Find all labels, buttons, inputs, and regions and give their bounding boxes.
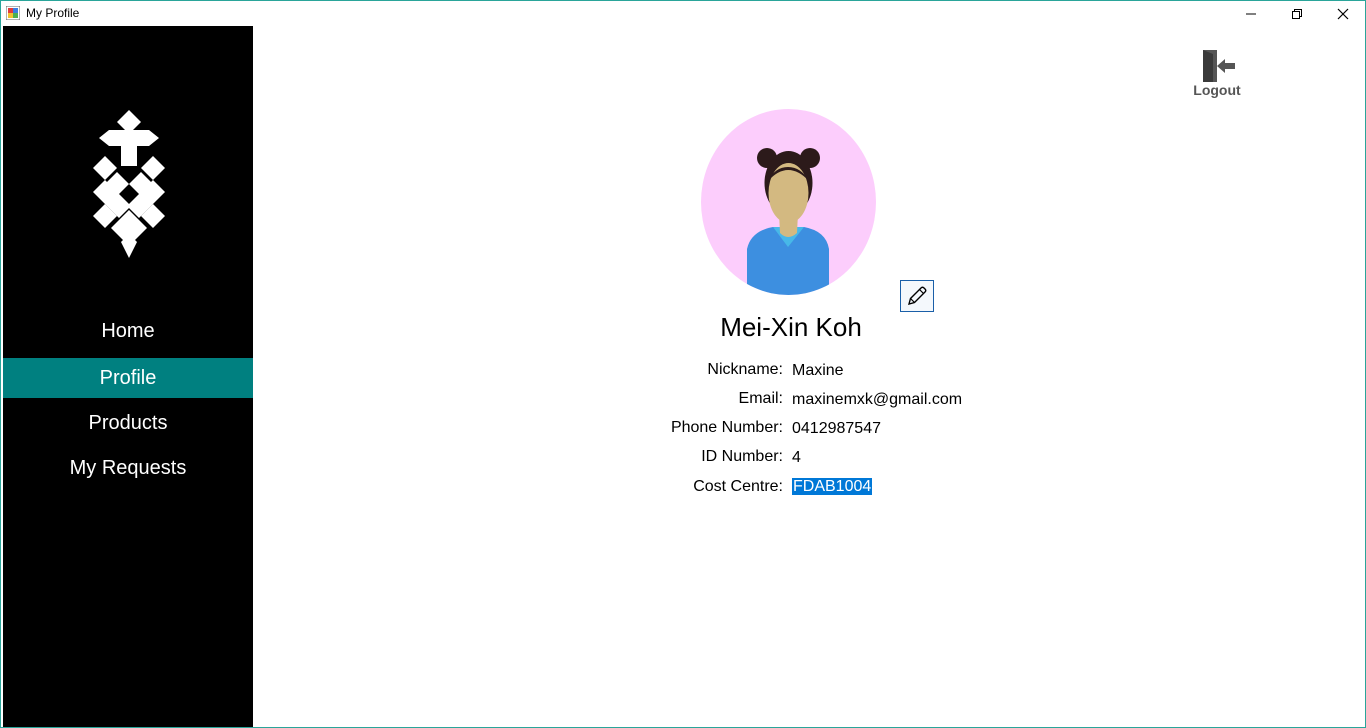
- logout-icon: [1203, 50, 1235, 82]
- nickname-value: Maxine: [792, 362, 844, 379]
- phone-number-value: 0412987547: [792, 420, 881, 437]
- restore-button[interactable]: [1274, 1, 1320, 26]
- sidebar-item-products[interactable]: Products: [3, 403, 253, 443]
- title-bar: My Profile: [1, 1, 1365, 26]
- close-icon: [1337, 8, 1349, 19]
- restore-icon: [1292, 8, 1302, 19]
- logout-label: Logout: [1193, 82, 1241, 98]
- sidebar: Home Profile Products My Requests: [3, 26, 253, 727]
- app-icon: [6, 6, 20, 20]
- window-title: My Profile: [26, 6, 80, 20]
- sidebar-item-profile[interactable]: Profile: [3, 358, 253, 398]
- pencil-icon: [908, 286, 927, 305]
- sidebar-item-my-requests[interactable]: My Requests: [3, 448, 253, 488]
- close-button[interactable]: [1320, 1, 1366, 26]
- minimize-button[interactable]: [1228, 1, 1274, 26]
- logout-button[interactable]: Logout: [1187, 49, 1247, 99]
- cost-centre-value[interactable]: FDAB1004: [792, 478, 873, 495]
- nickname-label: Nickname:: [707, 361, 783, 378]
- minimize-icon: [1246, 13, 1256, 14]
- id-number-label: ID Number:: [701, 448, 783, 465]
- sidebar-item-home[interactable]: Home: [3, 311, 253, 351]
- id-number-value: 4: [792, 449, 801, 466]
- email-value: maxinemxk@gmail.com: [792, 391, 963, 408]
- profile-avatar: [701, 109, 876, 295]
- email-label: Email:: [738, 390, 783, 407]
- edit-profile-button[interactable]: [900, 280, 934, 312]
- cost-centre-label: Cost Centre:: [693, 478, 783, 495]
- profile-full-name: Mei-Xin Koh: [720, 312, 862, 342]
- phone-number-label: Phone Number:: [670, 419, 783, 436]
- company-logo: [93, 110, 165, 258]
- cost-centre-field[interactable]: FDAB1004: [792, 478, 873, 496]
- app-window: My Profile Home Profile Products My Requ…: [0, 0, 1366, 728]
